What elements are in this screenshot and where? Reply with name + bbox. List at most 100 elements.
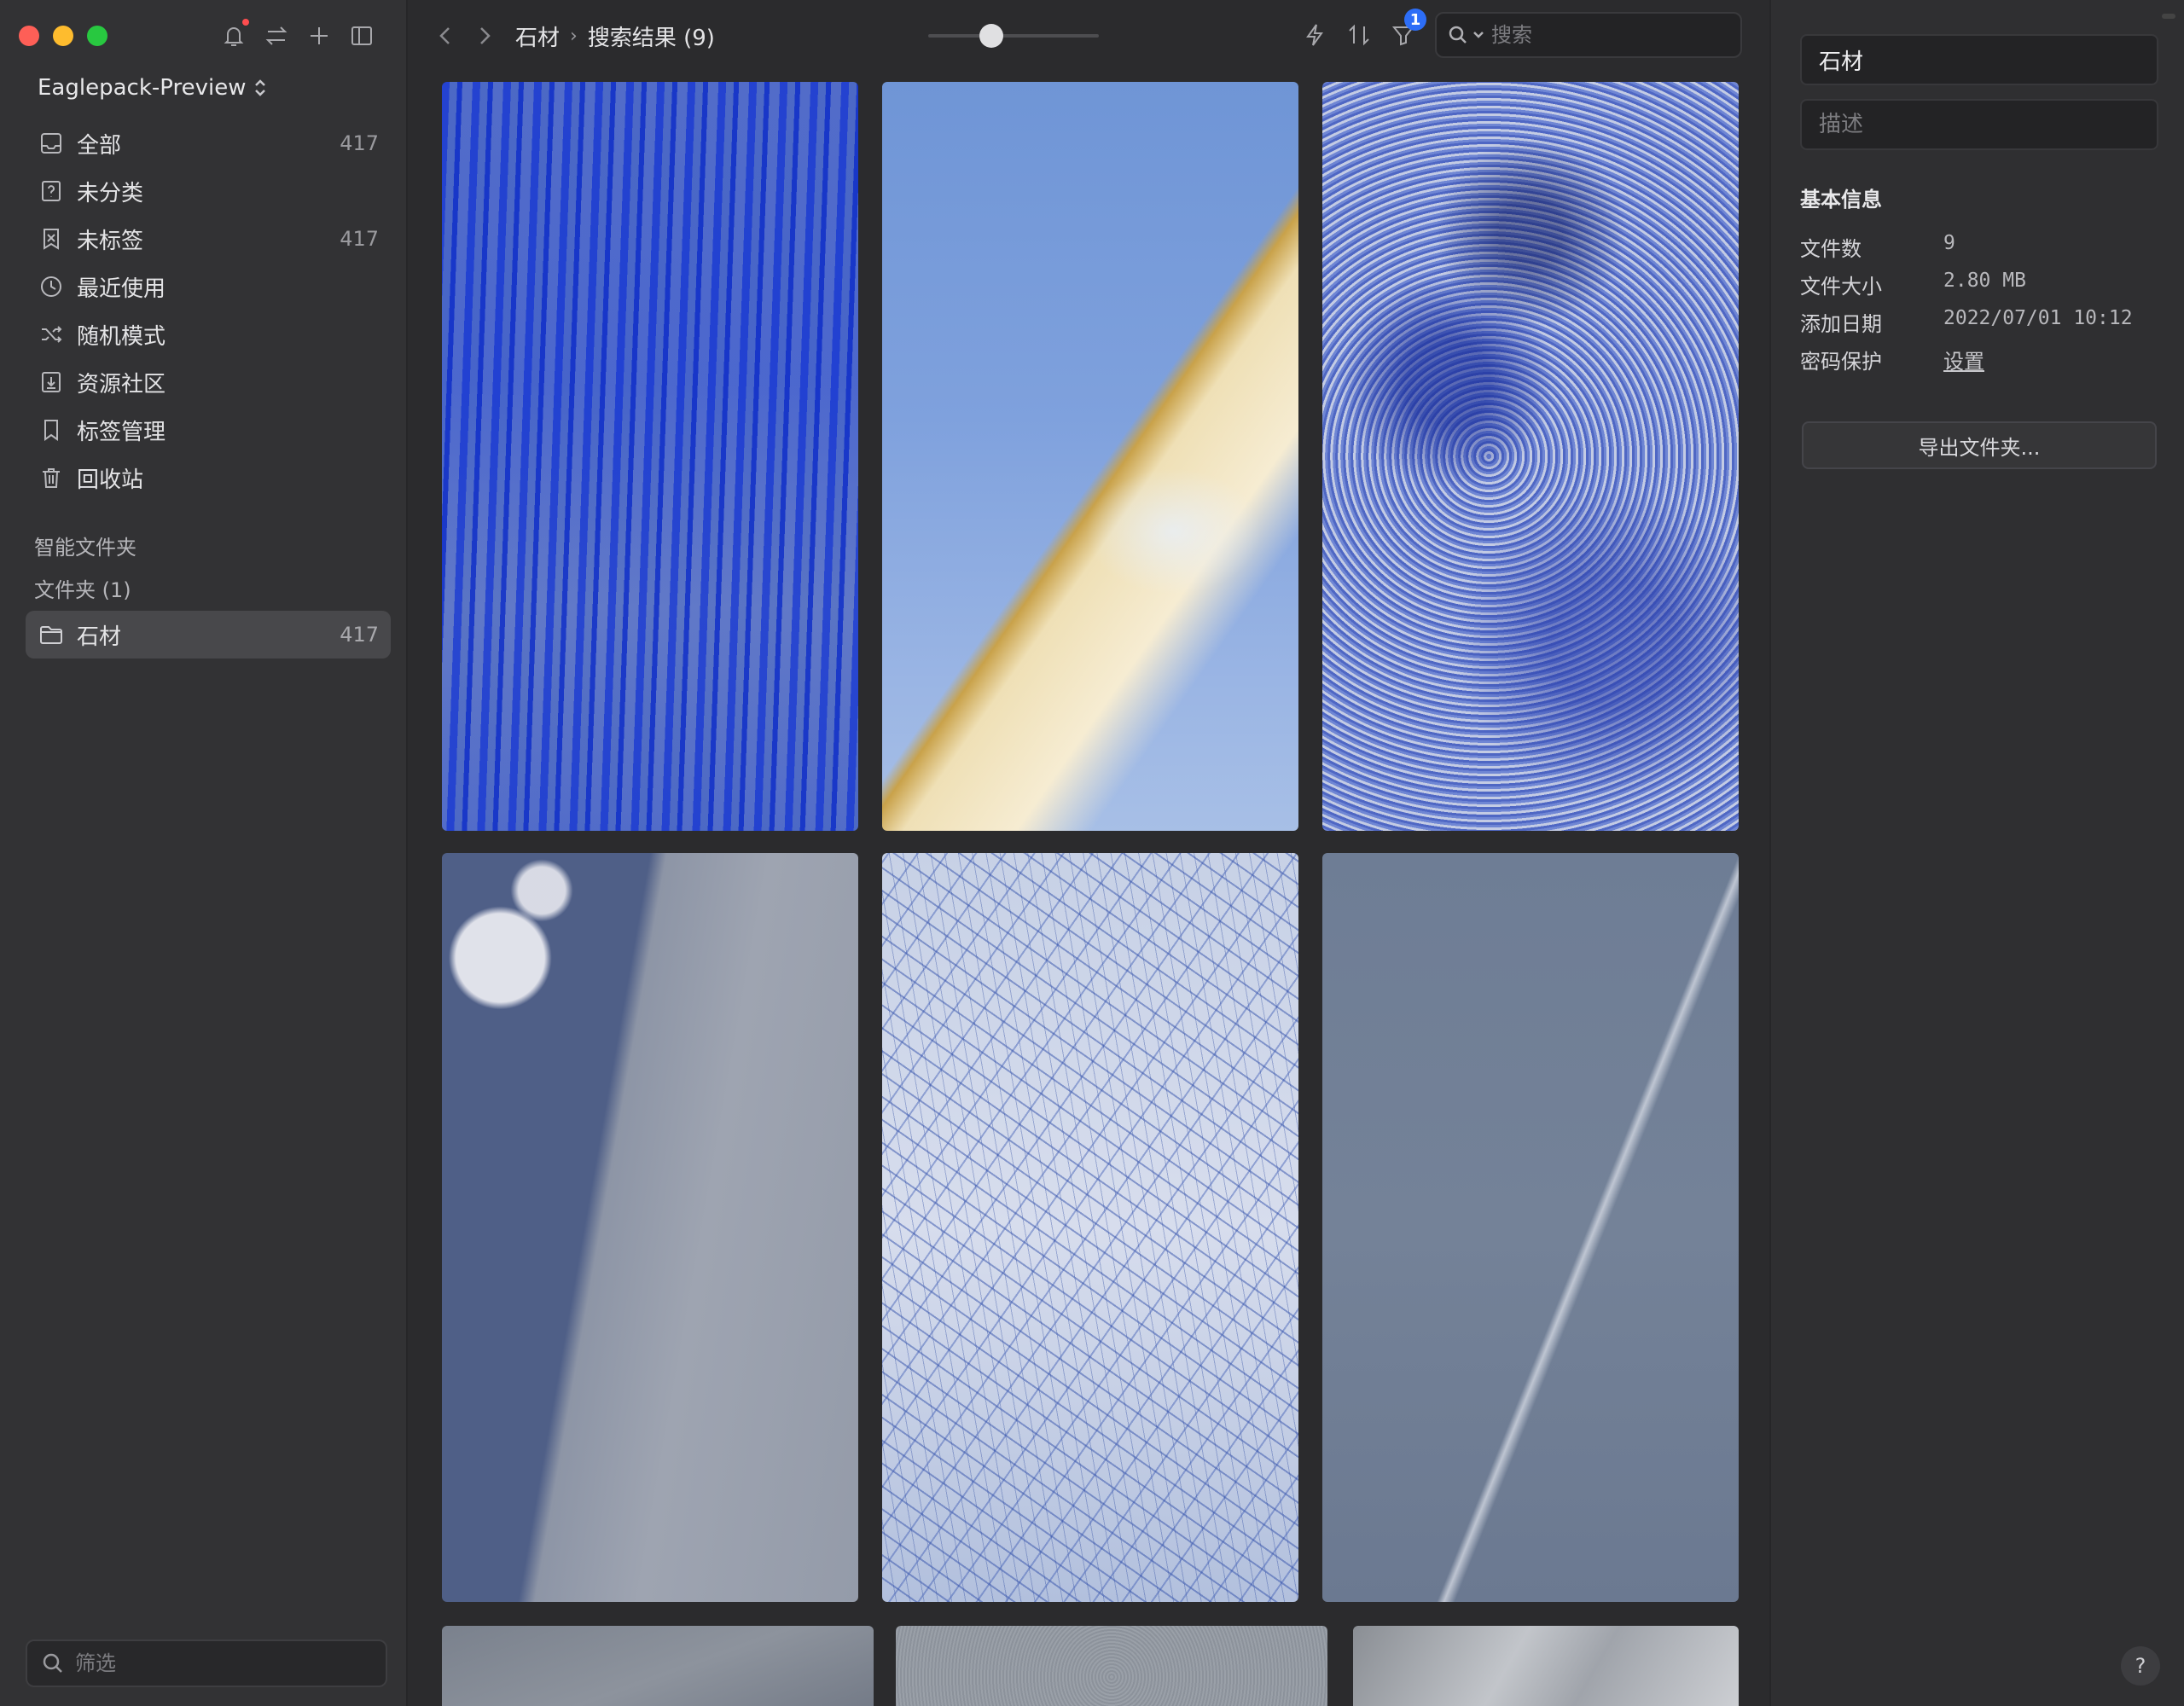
sidebar-item-tag-manager[interactable]: 标签管理 bbox=[26, 406, 391, 454]
chevron-up-down-icon bbox=[255, 79, 266, 96]
export-folder-button[interactable]: 导出文件夹... bbox=[1802, 421, 2157, 469]
description-input[interactable] bbox=[1819, 112, 2140, 137]
sidebar-item-trash[interactable]: 回收站 bbox=[26, 454, 391, 502]
content-area: 石材 › 搜索结果 (9) 1 bbox=[410, 0, 1769, 1706]
toggle-sidebar-button[interactable] bbox=[345, 19, 379, 53]
info-row-password: 密码保护 设置 bbox=[1800, 345, 1984, 374]
notification-dot bbox=[242, 19, 249, 26]
inbox-icon bbox=[41, 133, 61, 154]
sidebar-item-community[interactable]: 资源社区 bbox=[26, 358, 391, 406]
basic-info-heading: 基本信息 bbox=[1800, 188, 1882, 212]
shuffle-icon bbox=[42, 326, 62, 343]
view-tools: 1 bbox=[1297, 9, 1426, 53]
sidebar-item-uncategorized[interactable]: 未分类 bbox=[26, 167, 391, 215]
close-window-button[interactable] bbox=[19, 26, 39, 46]
filter-button[interactable]: 1 bbox=[1385, 9, 1426, 53]
info-key: 文件数 bbox=[1800, 237, 1862, 261]
quick-action-button[interactable] bbox=[1297, 17, 1333, 53]
search-icon bbox=[1449, 26, 1467, 44]
sort-icon bbox=[1349, 24, 1369, 46]
chevron-left-icon bbox=[439, 27, 450, 44]
sidebar: Eaglepack-Preview 全部 417 未分类 未标签 417 最近使… bbox=[0, 0, 408, 1706]
stone-thumbnail[interactable] bbox=[882, 853, 1298, 1602]
sidebar-nav: 全部 417 未分类 未标签 417 最近使用 随机模式 资源社区 标签管理 回… bbox=[26, 119, 391, 502]
zoom-slider[interactable] bbox=[928, 24, 1099, 48]
smart-folders-header[interactable]: 智能文件夹 bbox=[34, 531, 136, 560]
sidebar-filter bbox=[26, 1639, 387, 1687]
trash-icon bbox=[43, 468, 60, 488]
stone-thumbnail[interactable] bbox=[896, 1626, 1327, 1706]
minimize-window-button[interactable] bbox=[53, 26, 73, 46]
info-row-date-added: 添加日期 2022/07/01 10:12 bbox=[1800, 307, 2133, 337]
stone-thumbnail[interactable] bbox=[882, 82, 1298, 831]
forward-button[interactable] bbox=[468, 19, 502, 53]
info-row-file-size: 文件大小 2.80 MB bbox=[1800, 270, 2026, 299]
folder-name-field[interactable] bbox=[1800, 34, 2158, 85]
notifications-button[interactable] bbox=[217, 19, 251, 53]
info-key: 添加日期 bbox=[1800, 312, 1882, 336]
search-box bbox=[1435, 12, 1742, 58]
description-field[interactable] bbox=[1800, 99, 2158, 150]
stone-thumbnail[interactable] bbox=[1322, 82, 1739, 831]
folder-count: 417 bbox=[340, 623, 379, 647]
breadcrumb: 石材 › 搜索结果 (9) bbox=[515, 20, 715, 52]
stone-thumbnail[interactable] bbox=[1322, 853, 1739, 1602]
bookmark-icon bbox=[44, 420, 58, 441]
bell-icon bbox=[224, 27, 244, 46]
info-value: 2.80 MB bbox=[1943, 270, 2026, 292]
library-switcher[interactable]: Eaglepack-Preview bbox=[38, 75, 268, 101]
info-row-file-count: 文件数 9 bbox=[1800, 232, 1955, 262]
maximize-window-button[interactable] bbox=[87, 26, 107, 46]
breadcrumb-separator-icon: › bbox=[570, 26, 578, 47]
sidebar-item-count: 417 bbox=[340, 227, 379, 251]
sidebar-item-recent[interactable]: 最近使用 bbox=[26, 263, 391, 310]
filter-count-badge: 1 bbox=[1404, 9, 1426, 31]
sidebar-folder-stone[interactable]: 石材 417 bbox=[26, 611, 391, 659]
swap-arrows-icon bbox=[265, 26, 288, 45]
sidebar-item-label: 未分类 bbox=[77, 180, 144, 206]
set-password-link[interactable]: 设置 bbox=[1943, 345, 1984, 374]
sidebar-item-label: 回收站 bbox=[77, 467, 144, 493]
sidebar-item-label: 未标签 bbox=[77, 228, 144, 254]
info-value: 9 bbox=[1943, 232, 1955, 254]
sync-button[interactable] bbox=[259, 19, 293, 53]
breadcrumb-root[interactable]: 石材 bbox=[515, 20, 560, 52]
chevron-right-icon bbox=[480, 27, 491, 44]
clock-icon bbox=[41, 276, 61, 297]
sidebar-item-all[interactable]: 全部 417 bbox=[26, 119, 391, 167]
download-box-icon bbox=[42, 372, 61, 392]
add-button[interactable] bbox=[302, 19, 336, 53]
breadcrumb-current: 搜索结果 (9) bbox=[587, 26, 715, 51]
sidebar-item-random[interactable]: 随机模式 bbox=[26, 310, 391, 358]
sidebar-item-label: 资源社区 bbox=[77, 371, 166, 397]
stone-thumbnail[interactable] bbox=[1353, 1626, 1739, 1706]
tag-off-icon bbox=[44, 229, 59, 250]
filter-input[interactable] bbox=[75, 1651, 365, 1675]
zoom-slider-handle[interactable] bbox=[979, 24, 1003, 48]
back-button[interactable] bbox=[428, 19, 462, 53]
info-key: 密码保护 bbox=[1800, 350, 1882, 374]
folder-label: 石材 bbox=[77, 624, 122, 650]
folder-name-input[interactable] bbox=[1819, 47, 2140, 73]
info-value: 2022/07/01 10:12 bbox=[1943, 307, 2133, 329]
stone-thumbnail[interactable] bbox=[442, 853, 858, 1602]
inspector-panel: 基本信息 文件数 9 文件大小 2.80 MB 添加日期 2022/07/01 … bbox=[1769, 0, 2184, 1706]
question-square-icon bbox=[42, 181, 61, 201]
chevron-down-icon[interactable] bbox=[1472, 31, 1484, 39]
sidebar-item-untagged[interactable]: 未标签 417 bbox=[26, 215, 391, 263]
sidebar-item-label: 标签管理 bbox=[77, 419, 166, 445]
window-controls bbox=[19, 26, 107, 46]
library-name: Eaglepack-Preview bbox=[38, 75, 247, 101]
info-key: 文件大小 bbox=[1800, 275, 1882, 299]
stone-thumbnail[interactable] bbox=[442, 1626, 874, 1706]
sort-button[interactable] bbox=[1341, 17, 1377, 53]
main-toolbar: 石材 › 搜索结果 (9) 1 bbox=[410, 0, 1769, 70]
folders-header[interactable]: 文件夹 (1) bbox=[34, 573, 131, 603]
sidebar-layout-icon bbox=[351, 26, 372, 45]
plus-icon bbox=[311, 27, 328, 44]
sidebar-toolbar bbox=[217, 19, 379, 53]
search-input[interactable] bbox=[1491, 23, 1722, 47]
search-icon bbox=[43, 1653, 62, 1673]
stone-thumbnail[interactable] bbox=[442, 82, 858, 831]
help-button[interactable]: ? bbox=[2121, 1646, 2160, 1686]
